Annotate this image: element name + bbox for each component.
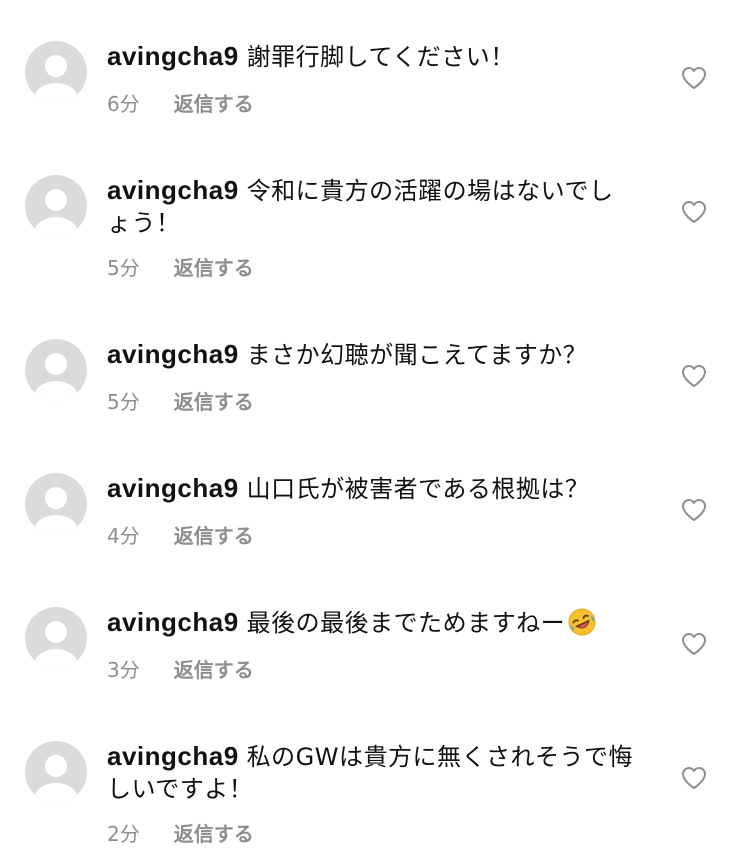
- comment-time: 4分: [107, 524, 140, 548]
- reply-button[interactable]: 返信する: [174, 524, 254, 548]
- comment-username[interactable]: avingcha9: [107, 175, 239, 205]
- comment-body: avingcha9 私のGWは貴方に無くされそうで悔しいですよ！: [107, 740, 637, 805]
- comment-username[interactable]: avingcha9: [107, 339, 239, 369]
- avatar[interactable]: [25, 339, 87, 401]
- comment-time: 5分: [107, 390, 140, 414]
- comment-username[interactable]: avingcha9: [107, 473, 239, 503]
- avatar[interactable]: [25, 41, 87, 103]
- heart-outline-icon[interactable]: [681, 632, 707, 656]
- heart-outline-icon[interactable]: [681, 200, 707, 224]
- heart-outline-icon[interactable]: [681, 66, 707, 90]
- comment-time: 2分: [107, 822, 140, 846]
- default-avatar-icon: [34, 189, 78, 237]
- comment-time: 6分: [107, 92, 140, 116]
- comment-meta: 5分 返信する: [107, 256, 254, 280]
- comment-body: avingcha9 最後の最後までためますねー: [107, 606, 637, 639]
- comment-body: avingcha9 山口氏が被害者である根拠は？: [107, 472, 637, 505]
- comment-meta: 5分 返信する: [107, 390, 254, 414]
- heart-outline-icon[interactable]: [681, 498, 707, 522]
- avatar[interactable]: [25, 741, 87, 803]
- comment-username[interactable]: avingcha9: [107, 607, 239, 637]
- default-avatar-icon: [34, 755, 78, 803]
- heart-outline-icon[interactable]: [681, 364, 707, 388]
- comment-body: avingcha9 令和に貴方の活躍の場はないでしょう！: [107, 174, 637, 239]
- reply-button[interactable]: 返信する: [174, 658, 254, 682]
- default-avatar-icon: [34, 55, 78, 103]
- comment-text: 謝罪行脚してください！: [246, 43, 515, 71]
- reply-button[interactable]: 返信する: [174, 92, 254, 116]
- comment-time: 5分: [107, 256, 140, 280]
- comment-meta: 6分 返信する: [107, 92, 254, 116]
- comment-meta: 4分 返信する: [107, 524, 254, 548]
- comment-username[interactable]: avingcha9: [107, 41, 239, 71]
- comment-body: avingcha9 謝罪行脚してください！: [107, 40, 637, 73]
- comment-username[interactable]: avingcha9: [107, 741, 239, 771]
- comment-time: 3分: [107, 658, 140, 682]
- comment-text: 山口氏が被害者である根拠は？: [246, 475, 590, 503]
- comment-meta: 2分 返信する: [107, 822, 254, 846]
- default-avatar-icon: [34, 621, 78, 669]
- comment-text: 最後の最後までためますねー: [246, 609, 566, 637]
- default-avatar-icon: [34, 487, 78, 535]
- default-avatar-icon: [34, 353, 78, 401]
- rolling-on-the-floor-laughing-emoji-icon: [568, 608, 596, 636]
- comment-body: avingcha9 まさか幻聴が聞こえてますか？: [107, 338, 637, 371]
- heart-outline-icon[interactable]: [681, 766, 707, 790]
- reply-button[interactable]: 返信する: [174, 822, 254, 846]
- comment-meta: 3分 返信する: [107, 658, 254, 682]
- comment-text: まさか幻聴が聞こえてますか？: [246, 341, 588, 369]
- reply-button[interactable]: 返信する: [174, 390, 254, 414]
- reply-button[interactable]: 返信する: [174, 256, 254, 280]
- avatar[interactable]: [25, 607, 87, 669]
- avatar[interactable]: [25, 175, 87, 237]
- avatar[interactable]: [25, 473, 87, 535]
